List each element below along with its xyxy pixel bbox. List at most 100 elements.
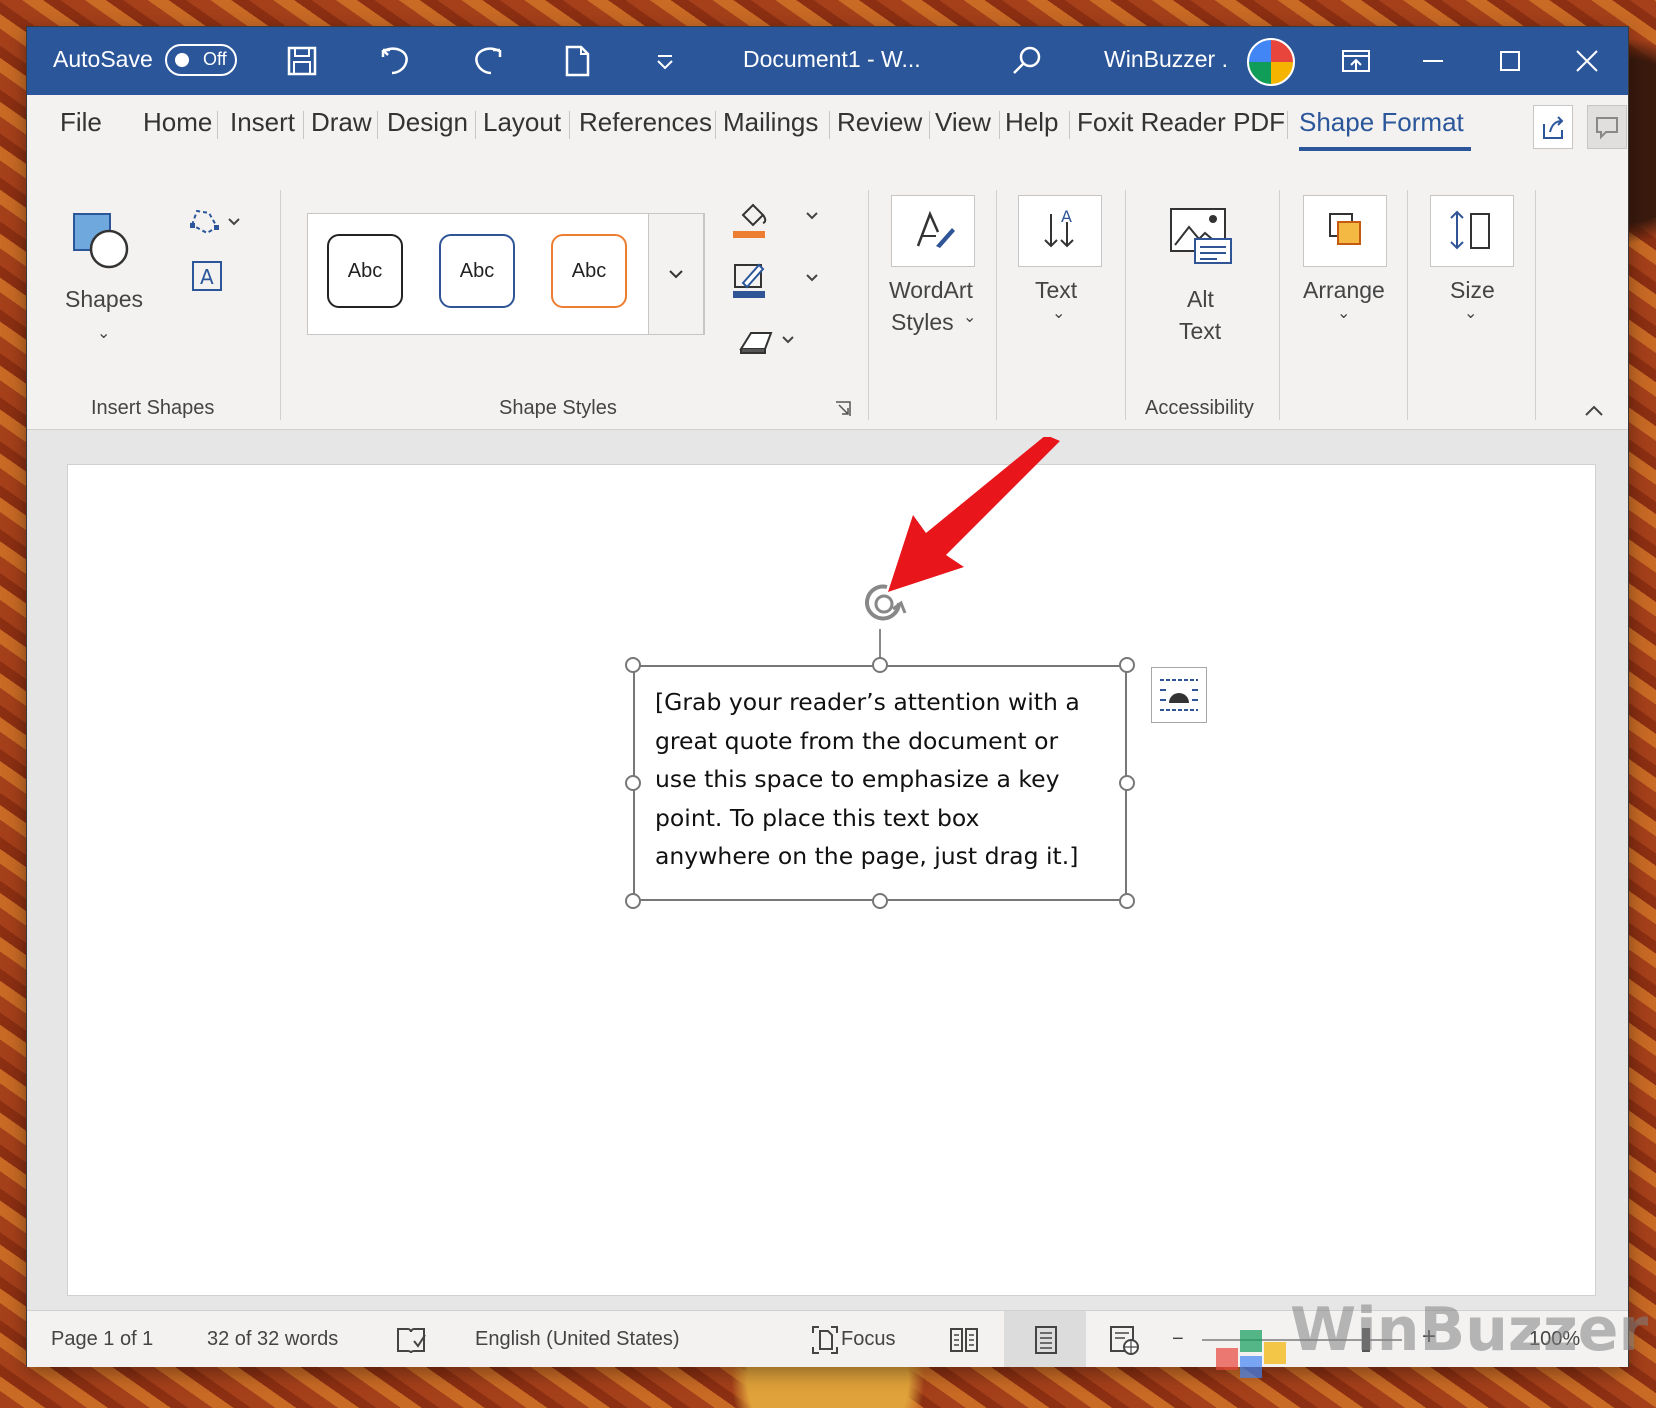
- size-icon: [1450, 210, 1490, 250]
- autosave-toggle[interactable]: Off: [165, 44, 237, 76]
- tab-layout[interactable]: Layout: [483, 107, 561, 138]
- page-count[interactable]: Page 1 of 1: [51, 1328, 153, 1351]
- size-button[interactable]: [1430, 195, 1514, 267]
- resize-handle-top-right[interactable]: [1119, 657, 1135, 673]
- edit-shape-icon[interactable]: [187, 205, 247, 239]
- tab-separator: [999, 111, 1000, 139]
- new-document-icon[interactable]: [557, 41, 597, 81]
- shape-style-black[interactable]: Abc: [327, 234, 403, 308]
- layout-options-button[interactable]: [1151, 667, 1207, 723]
- wordart-label-line2[interactable]: Styles: [891, 309, 954, 336]
- tab-mailings[interactable]: Mailings: [723, 107, 818, 138]
- shape-style-orange[interactable]: Abc: [551, 234, 627, 308]
- active-tab-indicator: [1299, 147, 1471, 151]
- shape-fill-button[interactable]: [731, 197, 831, 241]
- svg-text:A: A: [200, 265, 214, 289]
- tab-file[interactable]: File: [60, 107, 102, 138]
- chevron-down-icon: [669, 270, 683, 279]
- proofing-icon[interactable]: [394, 1323, 428, 1357]
- title-bar: AutoSave Off Document1 - W... WinBuzzer …: [27, 27, 1628, 95]
- alt-text-label-line1[interactable]: Alt: [1187, 286, 1214, 313]
- shape-styles-more-button[interactable]: [648, 213, 704, 335]
- shape-style-blue[interactable]: Abc: [439, 234, 515, 308]
- read-mode-icon[interactable]: [947, 1323, 981, 1357]
- arrange-dropdown-icon[interactable]: ⌄: [1337, 303, 1350, 323]
- wordart-icon: [916, 210, 955, 248]
- size-label[interactable]: Size: [1450, 277, 1495, 304]
- close-icon[interactable]: [1567, 41, 1607, 81]
- resize-handle-top[interactable]: [872, 657, 888, 673]
- resize-handle-left[interactable]: [625, 775, 641, 791]
- arrange-button[interactable]: [1303, 195, 1387, 267]
- tab-home[interactable]: Home: [143, 107, 212, 138]
- undo-icon[interactable]: [376, 41, 416, 81]
- resize-handle-bottom[interactable]: [872, 893, 888, 909]
- tab-foxit-reader-pdf[interactable]: Foxit Reader PDF: [1077, 107, 1285, 138]
- alt-text-label-line2[interactable]: Text: [1179, 318, 1221, 345]
- resize-handle-right[interactable]: [1119, 775, 1135, 791]
- paint-bucket-icon: [733, 203, 818, 238]
- account-name[interactable]: WinBuzzer .: [1104, 46, 1228, 73]
- redo-icon[interactable]: [467, 41, 507, 81]
- tab-insert[interactable]: Insert: [230, 107, 295, 138]
- avatar[interactable]: [1247, 38, 1295, 86]
- focus-label[interactable]: Focus: [841, 1328, 895, 1351]
- draw-text-box-icon[interactable]: A: [187, 258, 227, 294]
- resize-handle-top-left[interactable]: [625, 657, 641, 673]
- shape-styles-group-label: Shape Styles: [499, 397, 617, 419]
- ribbon: Shapes ⌄ A Insert Shapes Abc Abc Abc Sha…: [27, 155, 1628, 430]
- tab-help[interactable]: Help: [1005, 107, 1058, 138]
- text-line: great quote from the document or: [655, 726, 1059, 755]
- wordart-dropdown-icon[interactable]: ⌄: [963, 307, 976, 327]
- alt-text-icon[interactable]: [1167, 205, 1235, 267]
- maximize-icon[interactable]: [1490, 41, 1530, 81]
- text-button[interactable]: A: [1018, 195, 1102, 267]
- tab-separator: [1069, 111, 1070, 139]
- print-layout-icon[interactable]: [1029, 1323, 1063, 1357]
- web-layout-icon[interactable]: [1107, 1323, 1141, 1357]
- pull-quote-text-box[interactable]: [Grab your reader’s attention with a gre…: [633, 665, 1127, 901]
- tab-separator: [303, 111, 304, 139]
- tab-view[interactable]: View: [935, 107, 991, 138]
- tab-separator: [377, 111, 378, 139]
- word-count[interactable]: 32 of 32 words: [207, 1328, 338, 1351]
- red-arrow-annotation: [882, 435, 1062, 597]
- ribbon-tabs: File Home Insert Draw Design Layout Refe…: [27, 95, 1628, 155]
- tab-shape-format[interactable]: Shape Format: [1299, 107, 1464, 138]
- text-dropdown-icon[interactable]: ⌄: [1052, 303, 1065, 323]
- size-dropdown-icon[interactable]: ⌄: [1464, 303, 1477, 323]
- search-icon[interactable]: [1007, 41, 1047, 81]
- svg-text:A: A: [1061, 207, 1072, 226]
- group-separator: [1535, 190, 1536, 420]
- minimize-icon[interactable]: [1413, 41, 1453, 81]
- tab-separator: [929, 111, 930, 139]
- tab-draw[interactable]: Draw: [311, 107, 372, 138]
- comments-button[interactable]: [1587, 105, 1627, 149]
- shapes-icon[interactable]: [71, 211, 133, 273]
- ribbon-display-options-icon[interactable]: [1336, 41, 1376, 81]
- text-label[interactable]: Text: [1035, 277, 1077, 304]
- tab-separator: [217, 111, 218, 139]
- focus-icon[interactable]: [809, 1323, 841, 1357]
- shape-effects-button[interactable]: [737, 323, 827, 363]
- shapes-dropdown-icon[interactable]: ⌄: [97, 323, 110, 343]
- wordart-label-line1[interactable]: WordArt: [889, 277, 973, 304]
- shape-outline-button[interactable]: [731, 259, 831, 303]
- share-button[interactable]: [1533, 105, 1573, 149]
- tab-references[interactable]: References: [579, 107, 712, 138]
- resize-handle-bottom-right[interactable]: [1119, 893, 1135, 909]
- customize-toolbar-icon[interactable]: [645, 41, 685, 81]
- arrange-label[interactable]: Arrange: [1303, 277, 1385, 304]
- tab-review[interactable]: Review: [837, 107, 922, 138]
- resize-handle-bottom-left[interactable]: [625, 893, 641, 909]
- group-separator: [996, 190, 997, 420]
- zoom-out-button[interactable]: −: [1172, 1328, 1184, 1351]
- language[interactable]: English (United States): [475, 1328, 680, 1351]
- collapse-ribbon-icon[interactable]: [1582, 403, 1606, 419]
- save-icon[interactable]: [282, 41, 322, 81]
- group-separator: [280, 190, 281, 420]
- wordart-styles-button[interactable]: [891, 195, 975, 267]
- tab-design[interactable]: Design: [387, 107, 468, 138]
- dialog-launcher-icon[interactable]: [833, 399, 853, 419]
- shapes-label[interactable]: Shapes: [65, 286, 143, 313]
